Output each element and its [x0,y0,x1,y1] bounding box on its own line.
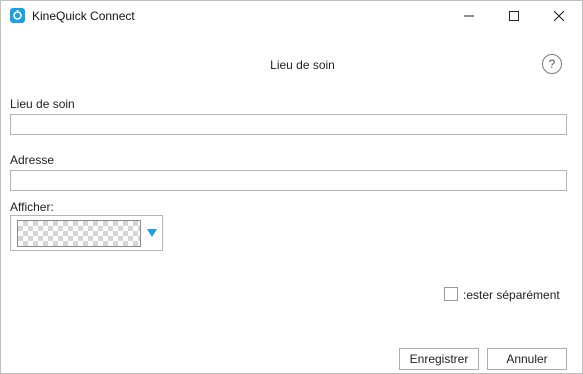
afficher-color-dropdown[interactable] [10,215,163,251]
minimize-icon [464,15,474,17]
separate-checkbox-label[interactable]: :ester séparément [463,288,560,302]
separate-checkbox[interactable] [444,287,458,301]
window-title: KineQuick Connect [32,9,135,23]
afficher-label: Afficher: [10,200,54,214]
help-icon[interactable]: ? [542,54,562,74]
title-bar[interactable]: KineQuick Connect [1,1,582,31]
minimize-button[interactable] [447,1,491,31]
kinequick-app-icon [10,8,25,23]
adresse-input[interactable] [10,170,567,191]
adresse-label: Adresse [10,153,55,167]
lieu-de-soin-label: Lieu de soin [10,97,75,111]
dropdown-triangle-icon [147,229,157,237]
save-button[interactable]: Enregistrer [399,348,479,370]
maximize-button[interactable] [492,1,536,31]
cancel-button[interactable]: Annuler [487,348,567,370]
maximize-icon [509,11,519,21]
lieu-de-soin-input[interactable] [10,114,567,135]
color-swatch [17,220,141,247]
main-window: KineQuick Connect Lieu de soin ? Lieu de… [0,0,583,374]
page-title: Lieu de soin [270,58,335,72]
close-icon [554,11,564,21]
close-button[interactable] [537,1,581,31]
